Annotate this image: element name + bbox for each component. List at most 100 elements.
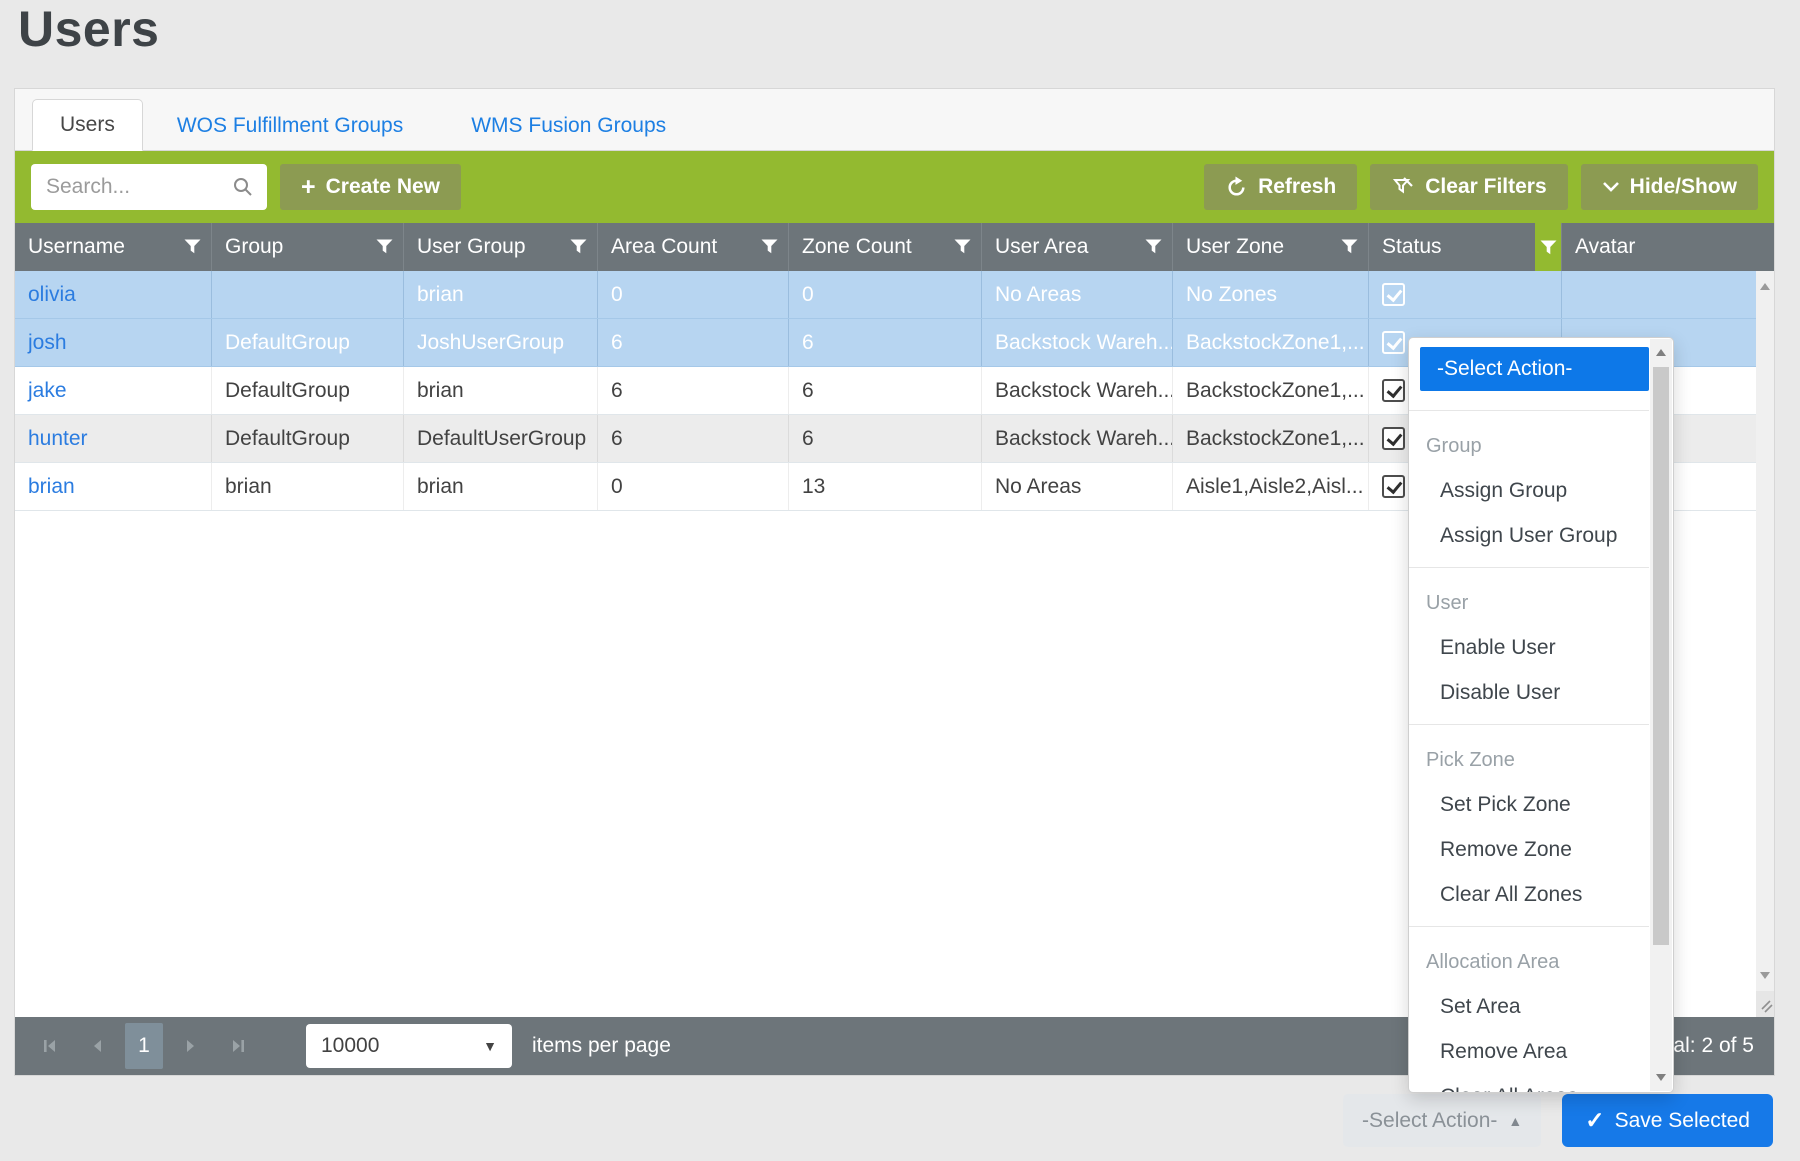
tab-wms-fusion-groups[interactable]: WMS Fusion Groups: [437, 102, 700, 150]
menu-item-enable-user[interactable]: Enable User: [1440, 636, 1649, 660]
create-new-button[interactable]: + Create New: [280, 164, 461, 210]
grid-toolbar: + Create New Refresh Clear Filters Hide/…: [15, 151, 1774, 223]
filter-slash-icon: [1391, 175, 1415, 199]
username-link[interactable]: olivia: [28, 283, 76, 307]
menu-divider: [1409, 410, 1649, 411]
menu-item-select-action[interactable]: -Select Action-: [1420, 347, 1649, 391]
scroll-down-icon: [1760, 972, 1770, 979]
cell-user-group: brian: [403, 367, 597, 414]
action-menu-popup: -Select Action- Group Assign Group Assign U…: [1408, 337, 1674, 1093]
refresh-icon: [1225, 176, 1248, 199]
next-page-button[interactable]: [170, 1026, 210, 1066]
column-header-user-group[interactable]: User Group: [403, 223, 597, 271]
menu-item-disable-user[interactable]: Disable User: [1440, 681, 1649, 705]
menu-item-assign-group[interactable]: Assign Group: [1440, 479, 1649, 503]
column-header-status[interactable]: Status: [1368, 223, 1561, 271]
cell-area-count: 6: [597, 415, 788, 462]
column-label: Username: [28, 235, 125, 259]
cell-user-group: brian: [403, 463, 597, 510]
cell-group: DefaultGroup: [211, 367, 403, 414]
grid-vertical-scrollbar[interactable]: [1756, 271, 1774, 991]
menu-group-label-user: User: [1426, 591, 1649, 615]
caret-up-icon: ▲: [1508, 1113, 1522, 1129]
cell-group: DefaultGroup: [211, 319, 403, 366]
chevron-down-icon: [1602, 181, 1620, 193]
footer-actions: -Select Action- ▲ ✓ Save Selected: [1343, 1094, 1773, 1147]
column-header-user-area[interactable]: User Area: [981, 223, 1172, 271]
tab-wos-fulfillment-groups[interactable]: WOS Fulfillment Groups: [143, 102, 437, 150]
column-label: User Area: [995, 235, 1088, 259]
cell-username: jake: [15, 367, 211, 414]
grid-resize-grip[interactable]: [1756, 991, 1774, 1017]
tab-users[interactable]: Users: [32, 99, 143, 151]
last-page-button[interactable]: [217, 1026, 257, 1066]
cell-user-zone: BackstockZone1,...: [1172, 367, 1368, 414]
first-page-button[interactable]: [31, 1026, 71, 1066]
cell-username: olivia: [15, 271, 211, 318]
cell-area-count: 6: [597, 319, 788, 366]
menu-divider: [1409, 724, 1649, 725]
table-row[interactable]: oliviabrian00No AreasNo Zones: [15, 271, 1774, 319]
menu-item-set-pick-zone[interactable]: Set Pick Zone: [1440, 793, 1649, 817]
username-link[interactable]: brian: [28, 475, 75, 499]
check-icon: ✓: [1585, 1109, 1604, 1132]
cell-status: [1368, 271, 1561, 318]
cell-user-area: No Areas: [981, 271, 1172, 318]
status-checkbox[interactable]: [1382, 379, 1405, 402]
page-title: Users: [18, 0, 160, 58]
clear-filters-button[interactable]: Clear Filters: [1370, 164, 1567, 210]
scroll-up-icon: [1760, 283, 1770, 290]
menu-item-clear-all-areas[interactable]: Clear All Areas: [1440, 1085, 1649, 1092]
status-checkbox[interactable]: [1382, 331, 1405, 354]
cell-zone-count: 13: [788, 463, 981, 510]
username-link[interactable]: jake: [28, 379, 67, 403]
menu-item-remove-area[interactable]: Remove Area: [1440, 1040, 1649, 1064]
column-label: Avatar: [1575, 235, 1635, 259]
status-checkbox[interactable]: [1382, 427, 1405, 450]
column-header-zone-count[interactable]: Zone Count: [788, 223, 981, 271]
grid-header: Username GroupUser Group Area Count Zone Co…: [15, 223, 1774, 271]
column-header-user-zone[interactable]: User Zone: [1172, 223, 1368, 271]
search-icon: [232, 176, 254, 198]
column-label: Status: [1382, 235, 1442, 259]
username-link[interactable]: hunter: [28, 427, 88, 451]
prev-page-button[interactable]: [78, 1026, 118, 1066]
cell-zone-count: 0: [788, 271, 981, 318]
menu-item-assign-user-group[interactable]: Assign User Group: [1440, 524, 1649, 548]
cell-area-count: 6: [597, 367, 788, 414]
filter-icon[interactable]: [1535, 223, 1561, 271]
status-checkbox[interactable]: [1382, 283, 1405, 306]
column-label: User Zone: [1186, 235, 1284, 259]
column-header-group[interactable]: Group: [211, 223, 403, 271]
hide-show-button[interactable]: Hide/Show: [1581, 164, 1758, 210]
menu-item-clear-all-zones[interactable]: Clear All Zones: [1440, 883, 1649, 907]
username-link[interactable]: josh: [28, 331, 67, 355]
cell-zone-count: 6: [788, 367, 981, 414]
menu-item-remove-zone[interactable]: Remove Zone: [1440, 838, 1649, 862]
cell-group: DefaultGroup: [211, 415, 403, 462]
menu-divider: [1409, 926, 1649, 927]
current-page[interactable]: 1: [125, 1023, 163, 1069]
column-header-area-count[interactable]: Area Count: [597, 223, 788, 271]
plus-icon: +: [301, 175, 316, 200]
scrollbar-thumb[interactable]: [1653, 367, 1669, 945]
menu-scrollbar[interactable]: [1650, 339, 1672, 1091]
cell-user-group: brian: [403, 271, 597, 318]
select-action-button[interactable]: -Select Action- ▲: [1343, 1094, 1541, 1147]
cell-zone-count: 6: [788, 319, 981, 366]
page-size-select[interactable]: 10000 ▼: [306, 1024, 512, 1068]
column-header-avatar[interactable]: Avatar: [1561, 223, 1756, 271]
status-checkbox[interactable]: [1382, 475, 1405, 498]
cell-user-zone: BackstockZone1,...: [1172, 415, 1368, 462]
scroll-down-icon: [1656, 1074, 1666, 1081]
refresh-button[interactable]: Refresh: [1204, 164, 1357, 210]
menu-group-label-group: Group: [1426, 434, 1649, 458]
menu-item-set-area[interactable]: Set Area: [1440, 995, 1649, 1019]
column-label: Area Count: [611, 235, 717, 259]
column-header-username[interactable]: Username: [15, 223, 211, 271]
save-selected-button[interactable]: ✓ Save Selected: [1562, 1094, 1773, 1147]
search-input[interactable]: [44, 174, 232, 200]
cell-user-zone: No Zones: [1172, 271, 1368, 318]
cell-user-zone: BackstockZone1,...: [1172, 319, 1368, 366]
cell-zone-count: 6: [788, 415, 981, 462]
